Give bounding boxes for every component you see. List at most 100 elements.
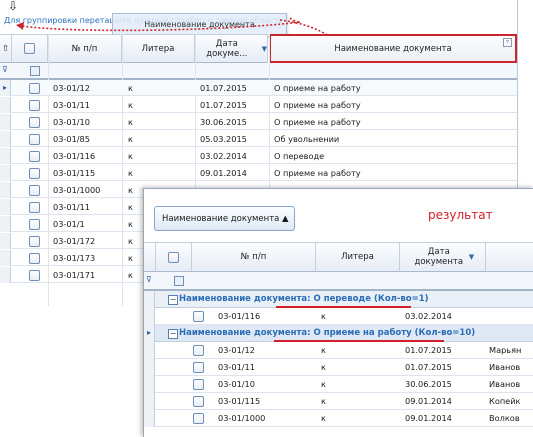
cell-number: 03-01/1000 [53, 185, 101, 195]
column-header-number[interactable]: № п/п [48, 34, 122, 63]
row-checkbox[interactable] [29, 151, 40, 162]
row-checkbox[interactable] [29, 185, 40, 196]
column-header-date[interactable]: Дата докуме... ▼ [195, 34, 268, 63]
group-row[interactable]: ▸ − Наименование документа: О приеме на ра… [144, 325, 533, 342]
cell-doc-name: О приеме на работу [274, 83, 361, 93]
filter-checkbox[interactable] [30, 66, 40, 76]
cell-litera: к [321, 311, 326, 321]
row-checkbox[interactable] [29, 202, 40, 213]
cell-litera: к [321, 362, 326, 372]
cell-number: 03-01/115 [53, 168, 96, 178]
row-checkbox[interactable] [29, 100, 40, 111]
cell-litera: к [321, 396, 326, 406]
table-row[interactable]: 03-01/116 к 03.02.2014 О переводе [0, 148, 517, 164]
row-checkbox[interactable] [193, 379, 204, 390]
panel-filter-row: ⊽ [144, 272, 533, 290]
row-checkbox[interactable] [193, 311, 204, 322]
table-row[interactable]: 03-01/12 к 01.07.2015 Марьян [144, 342, 533, 359]
cell-number: 03-01/1000 [218, 413, 266, 423]
cell-number: 03-01/116 [218, 311, 261, 321]
cell-number: 03-01/85 [53, 134, 90, 144]
table-row[interactable]: 03-01/10 к 30.06.2015 Иванов [144, 376, 533, 393]
table-row[interactable]: 03-01/116 к 03.02.2014 [144, 308, 533, 325]
cell-date: 05.03.2015 [200, 134, 247, 144]
row-indicator [0, 216, 11, 232]
cell-number: 03-01/10 [218, 379, 255, 389]
panel-filter-checkbox[interactable] [174, 276, 184, 286]
cell-litera: к [128, 117, 133, 127]
filter-row: ⊽ [0, 63, 517, 79]
cell-number: 03-01/12 [53, 83, 90, 93]
row-indicator [0, 131, 11, 147]
panel-column-header-extra[interactable] [486, 242, 533, 272]
row-checkbox[interactable] [193, 396, 204, 407]
row-indicator [144, 393, 155, 410]
select-all-header[interactable] [12, 34, 48, 63]
cell-number: 03-01/12 [218, 345, 255, 355]
cell-litera: к [128, 236, 133, 246]
cell-date: 01.07.2015 [405, 362, 452, 372]
cell-litera: к [128, 151, 133, 161]
cell-date: 09.01.2014 [200, 168, 247, 178]
column-header-doc-name[interactable]: Наименование документа ▿ [269, 34, 517, 63]
table-row[interactable]: 03-01/11 к 01.07.2015 О приеме на работу [0, 97, 517, 113]
result-panel: Наименование документа ▲ результат № п/п… [143, 188, 533, 437]
cell-number: 03-01/171 [53, 270, 96, 280]
table-row[interactable]: 03-01/85 к 05.03.2015 Об увольнении [0, 131, 517, 147]
column-header-doc-name-label: Наименование документа [334, 43, 452, 54]
filter-icon[interactable]: ▿ [503, 38, 512, 47]
sort-icon[interactable]: ⇧ [0, 34, 12, 63]
row-checkbox[interactable] [193, 413, 204, 424]
group-row-indicator: ▸ [144, 325, 155, 342]
cell-number: 03-01/173 [53, 253, 96, 263]
panel-select-all-header[interactable] [156, 242, 192, 272]
row-checkbox[interactable] [29, 134, 40, 145]
panel-column-header-litera[interactable]: Литера [316, 242, 400, 272]
cell-doc-name: О приеме на работу [274, 100, 361, 110]
cell-litera: к [128, 134, 133, 144]
cell-extra: Иванов [489, 379, 521, 389]
cell-doc-name: О приеме на работу [274, 117, 361, 127]
cell-number: 03-01/11 [53, 100, 90, 110]
collapse-icon[interactable]: − [168, 329, 178, 339]
table-row[interactable]: 03-01/115 к 09.01.2014 Копейк [144, 393, 533, 410]
cell-date: 30.06.2015 [200, 117, 247, 127]
cell-litera: к [321, 413, 326, 423]
row-indicator [144, 376, 155, 393]
filter-row-icon: ⊽ [2, 65, 8, 74]
row-checkbox[interactable] [29, 236, 40, 247]
group-row[interactable]: − Наименование документа: О переводе (Кол… [144, 291, 533, 308]
cell-date: 03.02.2014 [200, 151, 247, 161]
row-checkbox[interactable] [29, 168, 40, 179]
row-checkbox[interactable] [193, 362, 204, 373]
panel-select-all-checkbox[interactable] [168, 251, 179, 263]
collapse-icon[interactable]: − [168, 295, 178, 305]
cell-litera: к [128, 83, 133, 93]
select-all-checkbox[interactable] [24, 43, 35, 54]
row-checkbox[interactable] [29, 219, 40, 230]
row-checkbox[interactable] [193, 345, 204, 356]
table-row[interactable]: 03-01/115 к 09.01.2014 О приеме на работу [0, 165, 517, 181]
panel-column-header-number[interactable]: № п/п [192, 242, 316, 272]
group-by-button[interactable]: Наименование документа ▲ [154, 206, 295, 231]
column-header-litera[interactable]: Литера [122, 34, 195, 63]
cell-doc-name: О переводе [274, 151, 325, 161]
cell-date: 01.07.2015 [200, 83, 247, 93]
row-checkbox[interactable] [29, 83, 40, 94]
row-indicator [0, 267, 11, 283]
row-checkbox[interactable] [29, 117, 40, 128]
table-row[interactable]: 03-01/1000 к 09.01.2014 Волков [144, 410, 533, 427]
cell-extra: Иванов [489, 362, 521, 372]
table-row[interactable]: 03-01/10 к 30.06.2015 О приеме на работу [0, 114, 517, 130]
table-row[interactable]: 03-01/11 к 01.07.2015 Иванов [144, 359, 533, 376]
row-checkbox[interactable] [29, 253, 40, 264]
cell-litera: к [128, 202, 133, 212]
row-checkbox[interactable] [29, 270, 40, 281]
table-row[interactable]: ▸ 03-01/12 к 01.07.2015 О приеме на работу [0, 80, 517, 96]
cell-date: 01.07.2015 [405, 345, 452, 355]
row-indicator [0, 97, 11, 113]
panel-column-header-date[interactable]: Дата документа ▼ [400, 242, 486, 272]
cell-number: 03-01/116 [53, 151, 96, 161]
cell-extra: Марьян [489, 345, 522, 355]
row-indicator [144, 308, 155, 325]
